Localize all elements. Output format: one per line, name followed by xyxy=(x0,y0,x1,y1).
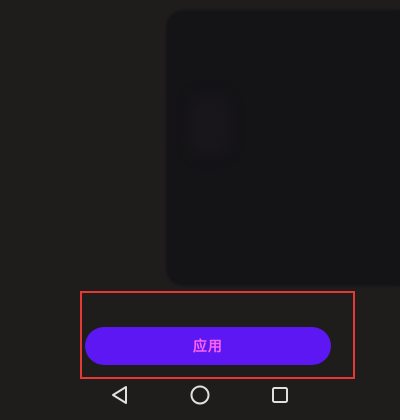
phone-screen: 应用 xyxy=(0,0,400,420)
home-circle-icon xyxy=(190,385,210,405)
nav-home-button[interactable] xyxy=(180,375,220,415)
back-triangle-icon xyxy=(112,386,127,404)
nav-back-button[interactable] xyxy=(100,375,140,415)
recents-square-icon xyxy=(272,387,288,403)
system-navigation-bar xyxy=(0,370,400,420)
apply-button[interactable]: 应用 xyxy=(85,327,331,365)
preview-shadow xyxy=(190,95,230,155)
nav-recents-button[interactable] xyxy=(260,375,300,415)
